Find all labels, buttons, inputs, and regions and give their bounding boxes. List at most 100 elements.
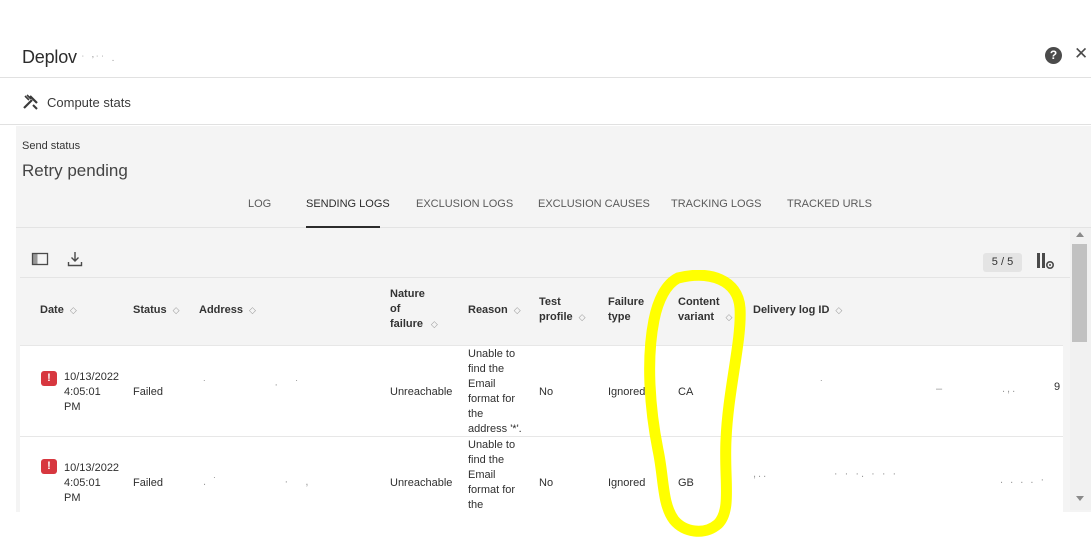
row-date: 10/13/2022 4:05:01 PM (64, 370, 119, 415)
toggle-panel-icon[interactable] (31, 250, 49, 268)
row-status: Failed (133, 477, 163, 489)
table-row[interactable]: ! 10/13/2022 4:05:01 PM Failed . ˙ · , U… (20, 436, 1063, 512)
col-test-label: Test profile (539, 295, 573, 325)
compute-stats-label: Compute stats (47, 94, 131, 110)
error-icon: ! (41, 459, 57, 474)
pagination-indicator: 5 / 5 (983, 253, 1022, 272)
row-reason-l1: Unable to (468, 348, 516, 360)
row-content-variant: GB (678, 477, 694, 489)
col-date[interactable]: Date ◇ (40, 303, 77, 318)
tab-sending-logs[interactable]: SENDING LOGS (306, 198, 390, 228)
content-area: Send status Retry pending LOG SENDING LO… (16, 126, 1091, 512)
row-log-id-end: 9 (1054, 381, 1061, 393)
col-reason[interactable]: Reason ◇ (468, 303, 521, 318)
dialog-title: Deplov ˙ ’˙˙ · (22, 47, 117, 68)
col-test-l1: Test (539, 296, 561, 308)
col-content-l2: variant (678, 311, 715, 323)
vertical-scrollbar[interactable] (1070, 228, 1091, 510)
download-icon[interactable] (66, 250, 84, 268)
row-reason-l3: Email (468, 469, 496, 481)
col-test-l2: profile (539, 311, 573, 323)
row-status: Failed (133, 386, 163, 398)
row-reason-l2: find the (468, 454, 505, 466)
row-date-l3: PM (64, 401, 81, 413)
row-reason-l5: the (468, 499, 484, 511)
close-icon[interactable]: ✕ (1074, 44, 1088, 64)
col-failure-l2: type (608, 311, 631, 323)
tab-tracked-urls[interactable]: TRACKED URLS (787, 198, 872, 228)
tab-tracking-logs[interactable]: TRACKING LOGS (671, 198, 761, 228)
row-date: 10/13/2022 4:05:01 PM (64, 461, 119, 506)
tab-exclusion-logs[interactable]: EXCLUSION LOGS (416, 198, 513, 228)
row-reason: Unable to find the Email format for the … (468, 347, 522, 437)
send-status-value: Retry pending (22, 161, 128, 180)
sort-icon[interactable]: ◇ (835, 303, 842, 318)
tab-exclusion-causes[interactable]: EXCLUSION CAUSES (538, 198, 650, 228)
row-reason-l4: format for (468, 393, 516, 405)
columns-settings-icon[interactable] (1035, 251, 1055, 271)
sort-icon[interactable]: ◇ (173, 303, 180, 318)
row-nature: Unreachable (390, 477, 453, 489)
panel-toolbar: 5 / 5 (20, 235, 1071, 278)
col-nature-of-failure[interactable]: Nature of failure ◇ (390, 287, 438, 332)
row-reason: Unable to find the Email format for the (468, 438, 515, 512)
scroll-up-arrow-icon[interactable] (1076, 232, 1084, 237)
row-log-id-redacted: .,. (1002, 383, 1018, 395)
row-date-l1: 10/13/2022 (64, 462, 120, 474)
row-date-l2: 4:05:01 (64, 386, 101, 398)
col-nature-l2: of (390, 303, 401, 315)
dialog-title-text: Deplov (22, 47, 77, 67)
col-failure-label: Failure type (608, 295, 644, 325)
col-address[interactable]: Address ◇ (199, 303, 256, 318)
compute-stats-button[interactable]: Compute stats (22, 92, 131, 112)
row-reason-l3: Email (468, 378, 496, 390)
row-log-id-redacted: ˙ (820, 379, 826, 391)
col-address-label: Address (199, 304, 244, 316)
row-content-variant: CA (678, 386, 694, 398)
col-content-variant[interactable]: Content variant ◇ (678, 295, 732, 325)
row-reason-l6: address '*'. (468, 423, 522, 435)
sort-icon[interactable]: ◇ (70, 303, 77, 318)
col-reason-label: Reason (468, 304, 508, 316)
col-failure-l1: Failure (608, 296, 645, 308)
row-reason-l2: find the (468, 363, 505, 375)
col-status[interactable]: Status ◇ (133, 303, 180, 318)
row-address-redacted: ˙ · ˙ (203, 379, 301, 391)
tab-bar: LOG SENDING LOGS EXCLUSION LOGS EXCLUSIO… (16, 188, 1091, 228)
row-failure-type: Ignored (608, 477, 646, 489)
col-content-l1: Content (678, 296, 720, 308)
row-failure-type: Ignored (608, 386, 646, 398)
row-log-id-redacted: ,.. · · ·. · · · (753, 468, 899, 480)
row-log-id-redacted: . . . . · (1000, 474, 1047, 486)
help-icon[interactable]: ? (1045, 47, 1062, 64)
row-test-profile: No (539, 477, 554, 489)
row-date-l3: PM (64, 492, 81, 504)
dialog-title-redacted: ˙ ’˙˙ · (81, 55, 117, 66)
compute-stats-icon (23, 94, 38, 110)
sort-icon[interactable]: ◇ (514, 303, 521, 318)
toolbar: Compute stats (0, 79, 1091, 125)
sort-icon[interactable]: ◇ (650, 310, 657, 325)
sort-icon[interactable]: ◇ (249, 303, 256, 318)
error-icon: ! (41, 371, 57, 386)
sort-icon[interactable]: ◇ (579, 310, 586, 325)
sort-icon[interactable]: ◇ (431, 317, 438, 332)
col-nature-label: Nature of failure (390, 287, 425, 332)
scroll-thumb[interactable] (1072, 244, 1087, 342)
col-date-label: Date (40, 304, 64, 316)
scroll-down-arrow-icon[interactable] (1076, 496, 1084, 501)
col-failure-type[interactable]: Failure type ◇ (608, 295, 657, 325)
row-test-profile: No (539, 386, 554, 398)
tab-log[interactable]: LOG (248, 198, 271, 228)
send-status-label: Send status (22, 140, 81, 152)
row-address-redacted: . ˙ · , (203, 476, 311, 488)
row-log-id-redacted: – (936, 383, 945, 395)
col-nature-l1: Nature (390, 288, 425, 300)
row-reason-l1: Unable to (468, 439, 516, 451)
col-delivery-log-id[interactable]: Delivery log ID ◇ (753, 303, 842, 318)
sort-icon[interactable]: ◇ (726, 310, 733, 325)
col-test-profile[interactable]: Test profile ◇ (539, 295, 586, 325)
row-reason-l4: format for (468, 484, 516, 496)
table-row[interactable]: ! 10/13/2022 4:05:01 PM Failed ˙ · ˙ Unr… (20, 345, 1063, 436)
row-nature: Unreachable (390, 386, 453, 398)
